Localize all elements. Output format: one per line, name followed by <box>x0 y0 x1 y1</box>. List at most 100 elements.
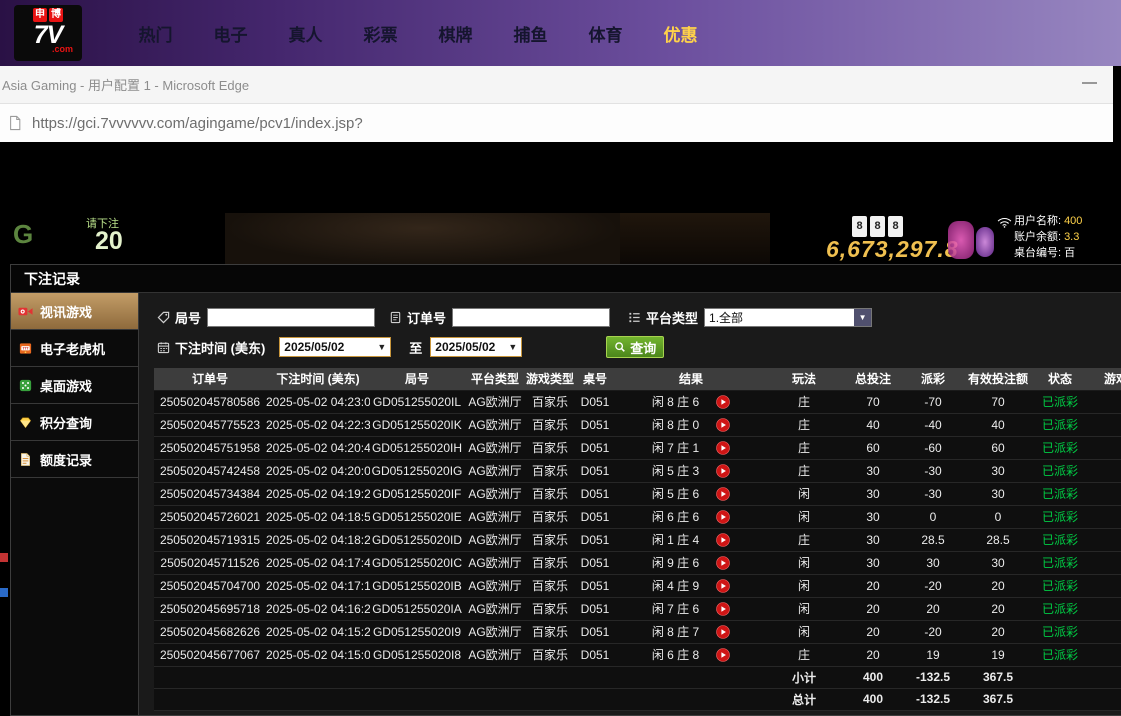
column-header: 总投注 <box>842 368 904 390</box>
play-icon[interactable] <box>716 441 730 455</box>
cell-bet-time: 2025-05-02 04:17:44 <box>266 551 370 574</box>
address-url[interactable]: https://gci.7vvvvvv.com/agingame/pcv1/in… <box>32 115 363 132</box>
cell-game-extra <box>1086 620 1121 643</box>
cell-status: 已派彩 <box>1034 482 1086 505</box>
cell-platform: AG欧洲厅 <box>464 482 526 505</box>
nav-item[interactable]: 真人 <box>268 21 343 46</box>
cell-empty <box>574 688 616 710</box>
user-info-value: 百 <box>1064 247 1075 259</box>
cell-valid-bet: 30 <box>962 482 1034 505</box>
subtotal-total-bet: 400 <box>842 666 904 688</box>
play-icon[interactable] <box>716 510 730 524</box>
minimize-button[interactable]: — <box>1082 74 1097 91</box>
cell-game-type: 百家乐 <box>526 459 574 482</box>
user-info-label: 账户余额: <box>1014 231 1061 243</box>
cell-round-id: GD051255020ID <box>370 528 464 551</box>
sidebar-item-积分查询[interactable]: 积分查询 <box>11 404 138 441</box>
cell-valid-bet: 20 <box>962 574 1034 597</box>
platform-type-label: 平台类型 <box>628 308 698 327</box>
cell-game-type: 百家乐 <box>526 528 574 551</box>
site-logo[interactable]: 申 博 7V .com <box>14 5 82 61</box>
result-wrap: 闲 9 庄 6 <box>616 552 766 574</box>
result-wrap: 闲 5 庄 6 <box>616 483 766 505</box>
round-number-input[interactable] <box>207 308 375 327</box>
column-header: 订单号 <box>154 368 266 390</box>
platform-selected-value: 1.全部 <box>709 309 743 326</box>
sidebar-item-label: 视讯游戏 <box>40 302 92 321</box>
game-logo-letter: G <box>13 219 33 250</box>
platform-type-select[interactable]: 1.全部 ▼ <box>704 308 872 327</box>
sidebar-item-视讯游戏[interactable]: 视讯游戏 <box>11 293 138 330</box>
cell-result: 闲 7 庄 6 <box>616 597 766 620</box>
cell-play: 庄 <box>766 459 842 482</box>
cell-status: 已派彩 <box>1034 459 1086 482</box>
status-badge: 已派彩 <box>1042 441 1078 455</box>
sidebar-item-额度记录[interactable]: 额度记录 <box>11 441 138 478</box>
cell-status: 已派彩 <box>1034 574 1086 597</box>
play-icon[interactable] <box>716 487 730 501</box>
cell-bet-time: 2025-05-02 04:23:03 <box>266 390 370 413</box>
nav-item[interactable]: 捕鱼 <box>493 21 568 46</box>
sidebar-item-电子老虎机[interactable]: 777电子老虎机 <box>11 330 138 367</box>
cell-game-extra <box>1086 643 1121 666</box>
playing-card: 8 <box>852 216 867 237</box>
game-category-sidebar: 视讯游戏 777电子老虎机桌面游戏积分查询额度记录 <box>11 293 139 715</box>
play-icon[interactable] <box>716 395 730 409</box>
cell-game-extra <box>1086 413 1121 436</box>
nav-item[interactable]: 体育 <box>568 21 643 46</box>
nav-item[interactable]: 电子 <box>193 21 268 46</box>
play-icon[interactable] <box>716 648 730 662</box>
cell-play: 庄 <box>766 390 842 413</box>
play-icon[interactable] <box>716 533 730 547</box>
cell-result: 闲 5 庄 6 <box>616 482 766 505</box>
play-icon[interactable] <box>716 464 730 478</box>
play-icon[interactable] <box>716 579 730 593</box>
nav-item[interactable]: 优惠 <box>643 21 718 46</box>
sidebar-item-label: 电子老虎机 <box>40 339 105 358</box>
cell-payout: -70 <box>904 390 962 413</box>
play-icon[interactable] <box>716 602 730 616</box>
sidebar-item-桌面游戏[interactable]: 桌面游戏 <box>11 367 138 404</box>
bet-time-label-text: 下注时间 (美东) <box>175 338 265 357</box>
calendar-icon <box>157 341 170 354</box>
cell-result: 闲 6 庄 8 <box>616 643 766 666</box>
cell-round-id: GD051255020IH <box>370 436 464 459</box>
cell-table-no: D051 <box>574 597 616 620</box>
cell-platform: AG欧洲厅 <box>464 390 526 413</box>
cell-total-bet: 30 <box>842 459 904 482</box>
nav-item[interactable]: 热门 <box>118 21 193 46</box>
window-title: Asia Gaming - 用户配置 1 - Microsoft Edge <box>2 75 249 94</box>
result-wrap: 闲 7 庄 1 <box>616 437 766 459</box>
cell-play: 闲 <box>766 551 842 574</box>
cell-platform: AG欧洲厅 <box>464 551 526 574</box>
chevron-down-icon: ▼ <box>377 342 386 352</box>
play-icon[interactable] <box>716 418 730 432</box>
column-header: 派彩 <box>904 368 962 390</box>
play-icon[interactable] <box>716 625 730 639</box>
table-row: 2505020456826262025-05-02 04:15:29GD0512… <box>154 620 1121 643</box>
search-button[interactable]: 查询 <box>606 336 664 358</box>
jackpot-counter: 6,673,297.8 <box>826 236 959 263</box>
page-icon <box>8 115 22 131</box>
nav-item[interactable]: 棋牌 <box>418 21 493 46</box>
column-header: 平台类型 <box>464 368 526 390</box>
column-header: 游戏类型 <box>526 368 574 390</box>
order-number-label-text: 订单号 <box>407 308 446 327</box>
video-camera-icon <box>18 304 33 319</box>
cell-round-id: GD051255020IC <box>370 551 464 574</box>
date-to-select[interactable]: 2025/05/02 ▼ <box>430 337 522 357</box>
nav-item[interactable]: 彩票 <box>343 21 418 46</box>
order-number-label: 订单号 <box>389 308 446 327</box>
panel-title: 下注记录 <box>24 269 80 289</box>
cell-table-no: D051 <box>574 436 616 459</box>
game-strip: G 请下注 20 888 6,673,297.8 用户名称:400账户余额:3.… <box>0 213 1121 264</box>
cell-payout: 30 <box>904 551 962 574</box>
cell-platform: AG欧洲厅 <box>464 574 526 597</box>
cell-empty <box>616 666 766 688</box>
cell-payout: -60 <box>904 436 962 459</box>
play-icon[interactable] <box>716 556 730 570</box>
subtotal-valid-bet: 367.5 <box>962 666 1034 688</box>
cell-game-type: 百家乐 <box>526 413 574 436</box>
order-number-input[interactable] <box>452 308 610 327</box>
date-from-select[interactable]: 2025/05/02 ▼ <box>279 337 391 357</box>
